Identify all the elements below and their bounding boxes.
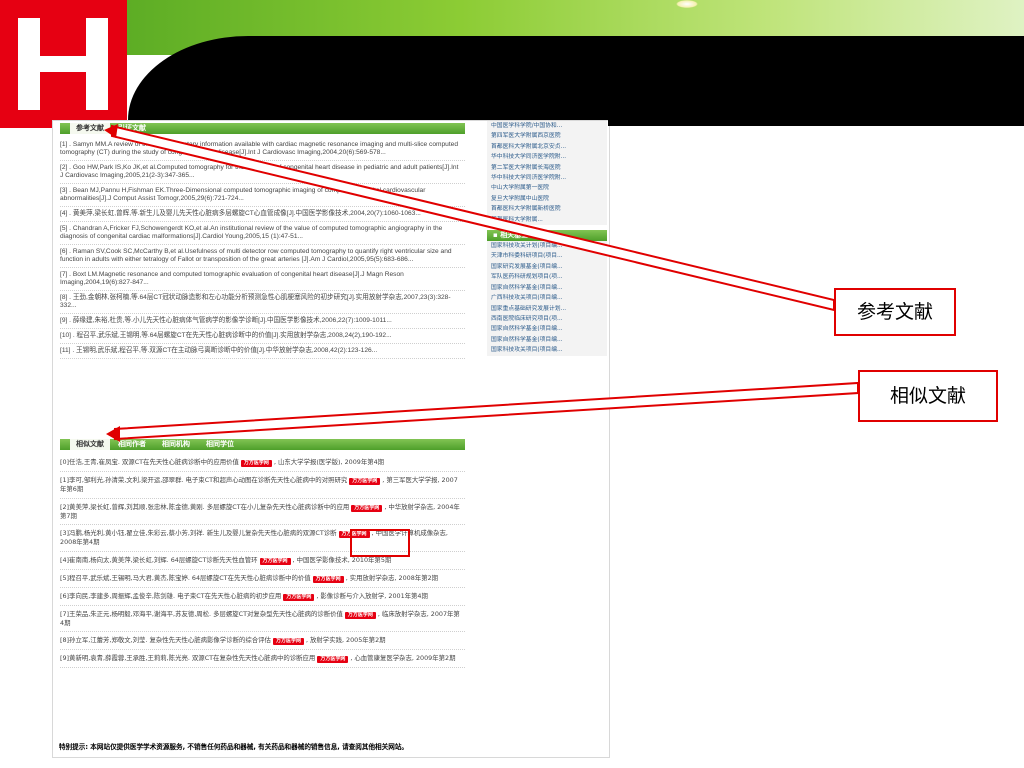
arrow-similar [114, 381, 859, 441]
arrow-similar-head [106, 426, 120, 442]
callout-similar: 相似文献 [858, 370, 998, 422]
callout-references: 参考文献 [834, 288, 956, 336]
arrow-references [111, 124, 835, 312]
